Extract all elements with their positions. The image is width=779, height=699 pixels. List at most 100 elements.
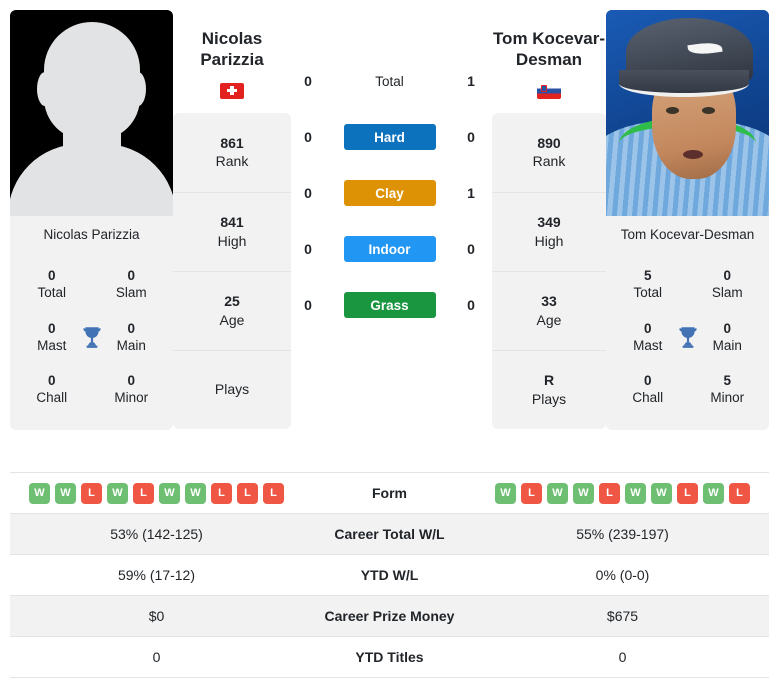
form-badge-l: L <box>237 482 258 504</box>
form-badge-l: L <box>599 482 620 504</box>
left-ytd-wl: 59% (17-12) <box>117 567 196 583</box>
right-stat-high: 349 High <box>492 191 606 271</box>
right-titles-chall: 0 Chall <box>632 373 664 406</box>
h2h-row-total: 0 Total 1 <box>291 60 488 102</box>
form-badge-w: W <box>651 482 672 504</box>
right-titles-total: 5 Total <box>633 268 663 301</box>
comparison-table: WWLWLWWLLL Form WLWWLWWLWL 53% (142-125)… <box>10 472 769 678</box>
right-player-photo-card[interactable]: Tom Kocevar-Desman 5 Total 0 Slam 0 Mast <box>606 10 769 430</box>
table-row-career-prize-money: $0 Career Prize Money $675 <box>10 595 769 637</box>
form-badge-w: W <box>159 482 180 504</box>
h2h-clay-label[interactable]: Clay <box>343 180 436 206</box>
table-row-form: WWLWLWWLLL Form WLWWLWWLWL <box>10 472 769 514</box>
h2h-surface-column: 0 Total 1 0 Hard 0 0 Clay 1 0 Indoor 0 0… <box>291 10 488 340</box>
h2h-clay-right-score: 1 <box>467 185 475 201</box>
switzerland-flag-icon <box>220 82 244 99</box>
left-stat-rank: 861 Rank <box>215 134 249 169</box>
h2h-indoor-label[interactable]: Indoor <box>343 236 436 262</box>
left-titles-total: 0 Total <box>37 268 67 301</box>
row-label-ytd-wl: YTD W/L <box>360 567 419 583</box>
left-titles-slam: 0 Slam <box>115 268 147 301</box>
h2h-row-hard: 0 Hard 0 <box>291 116 488 158</box>
h2h-indoor-right-score: 0 <box>467 241 475 257</box>
right-player-name[interactable]: Tom Kocevar- Desman <box>492 28 606 71</box>
left-stat-plays: Plays <box>173 349 291 429</box>
trophy-icon <box>675 324 701 350</box>
h2h-grass-left-score: 0 <box>304 297 312 313</box>
row-label-career-total-wl: Career Total W/L <box>334 526 445 542</box>
form-badge-w: W <box>547 482 568 504</box>
h2h-total-left-score: 0 <box>304 73 312 89</box>
form-badge-l: L <box>521 482 542 504</box>
h2h-hard-label[interactable]: Hard <box>343 124 436 150</box>
right-player-titles-grid: 5 Total 0 Slam 0 Mast 0 Main 0 Chall 5 M… <box>606 252 769 430</box>
right-stat-age: 33 Age <box>492 270 606 350</box>
table-row-ytd-wl: 59% (17-12) YTD W/L 0% (0-0) <box>10 554 769 596</box>
form-badge-l: L <box>81 482 102 504</box>
form-badge-w: W <box>55 482 76 504</box>
row-label-form: Form <box>372 485 407 501</box>
right-ytd-wl: 0% (0-0) <box>595 567 650 583</box>
table-row-career-total-wl: 53% (142-125) Career Total W/L 55% (239-… <box>10 513 769 555</box>
left-stat-high: 841 High <box>173 191 291 271</box>
left-player-photo-card[interactable]: Nicolas Parizzia 0 Total 0 Slam 0 Mast 0… <box>10 10 173 430</box>
form-badge-w: W <box>495 482 516 504</box>
form-badge-l: L <box>677 482 698 504</box>
left-player-avatar-placeholder-icon <box>10 10 173 216</box>
left-titles-minor: 0 Minor <box>114 373 149 406</box>
h2h-clay-left-score: 0 <box>304 185 312 201</box>
right-player-flag-wrap <box>492 82 606 99</box>
h2h-grass-right-score: 0 <box>467 297 475 313</box>
right-player-stat-card: 890 Rank 349 High 33 Age R Plays <box>492 112 606 429</box>
h2h-grass-label[interactable]: Grass <box>343 292 436 318</box>
left-player-flag-wrap <box>173 82 291 99</box>
form-badge-l: L <box>263 482 284 504</box>
h2h-indoor-left-score: 0 <box>304 241 312 257</box>
right-player-name-line1: Tom Kocevar- <box>492 29 606 48</box>
h2h-row-grass: 0 Grass 0 <box>291 284 488 326</box>
form-badge-w: W <box>185 482 206 504</box>
right-form-cell: WLWWLWWLWL <box>476 473 769 514</box>
right-titles-minor: 5 Minor <box>710 373 745 406</box>
form-badge-l: L <box>729 482 750 504</box>
form-badge-w: W <box>107 482 128 504</box>
form-badge-l: L <box>133 482 154 504</box>
right-player-photo <box>606 10 769 216</box>
right-player-photo-caption: Tom Kocevar-Desman <box>620 226 755 242</box>
table-row-ytd-titles: 0 YTD Titles 0 <box>10 636 769 678</box>
form-badge-w: W <box>573 482 594 504</box>
right-stat-plays: R Plays <box>492 349 606 429</box>
left-ytd-titles: 0 <box>152 649 161 665</box>
form-badge-w: W <box>703 482 724 504</box>
left-player-stat-card: 861 Rank 841 High 25 Age Plays <box>173 112 291 429</box>
right-career-prize-money: $675 <box>606 608 639 624</box>
right-form-badges: WLWWLWWLWL <box>476 482 769 504</box>
row-label-ytd-titles: YTD Titles <box>355 649 424 665</box>
row-label-career-prize-money: Career Prize Money <box>324 608 455 624</box>
left-player-info-column: Nicolas Parizzia 861 Rank 841 High 25 Ag… <box>173 10 291 429</box>
trophy-icon <box>79 324 105 350</box>
left-player-name[interactable]: Nicolas Parizzia <box>173 28 291 71</box>
h2h-hard-right-score: 0 <box>467 129 475 145</box>
left-stat-age: 25 Age <box>173 270 291 350</box>
form-badge-w: W <box>625 482 646 504</box>
right-player-name-line2: Desman <box>515 50 583 70</box>
h2h-total-label: Total <box>375 73 404 89</box>
form-badge-l: L <box>211 482 232 504</box>
left-career-prize-money: $0 <box>148 608 165 624</box>
h2h-hard-left-score: 0 <box>304 129 312 145</box>
right-player-info-column: Tom Kocevar- Desman 890 Rank 349 High 33… <box>488 10 606 429</box>
left-player-photo-caption: Nicolas Parizzia <box>43 226 140 242</box>
left-titles-chall: 0 Chall <box>36 373 68 406</box>
left-player-name-line2: Parizzia <box>200 50 264 70</box>
right-titles-slam: 0 Slam <box>711 268 743 301</box>
left-player-titles-grid: 0 Total 0 Slam 0 Mast 0 Main 0 Chall 0 M… <box>10 252 173 430</box>
h2h-row-clay: 0 Clay 1 <box>291 172 488 214</box>
right-career-total-wl: 55% (239-197) <box>576 526 669 542</box>
left-form-cell: WWLWLWWLLL <box>10 473 303 514</box>
right-ytd-titles: 0 <box>618 649 627 665</box>
h2h-row-indoor: 0 Indoor 0 <box>291 228 488 270</box>
player-comparison-header: Nicolas Parizzia 0 Total 0 Slam 0 Mast 0… <box>0 0 779 472</box>
h2h-total-right-score: 1 <box>467 73 475 89</box>
right-stat-rank: 890 Rank <box>532 134 566 169</box>
